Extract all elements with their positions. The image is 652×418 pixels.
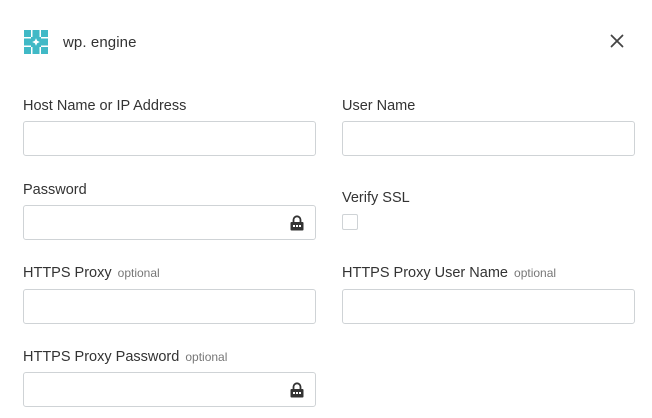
- https-proxy-label: HTTPS Proxy optional: [23, 264, 316, 282]
- password-input-box[interactable]: [23, 205, 316, 240]
- password-input[interactable]: [24, 206, 315, 239]
- https-proxy-password-label: HTTPS Proxy Password optional: [23, 348, 316, 366]
- https-proxy-user-input[interactable]: [343, 290, 634, 323]
- lock-icon[interactable]: [290, 382, 304, 398]
- https-proxy-user-input-box[interactable]: [342, 289, 635, 324]
- host-label: Host Name or IP Address: [23, 98, 187, 114]
- host-input[interactable]: [24, 122, 315, 155]
- optional-tag: optional: [514, 266, 557, 280]
- user-field: User Name: [342, 97, 635, 156]
- host-field: Host Name or IP Address: [23, 97, 316, 156]
- user-input-box[interactable]: [342, 121, 635, 156]
- verify-ssl-field: Verify SSL: [342, 189, 635, 230]
- wpengine-logo-icon: [24, 30, 48, 54]
- password-label: Password: [23, 182, 87, 198]
- https-proxy-user-label: HTTPS Proxy User Name optional: [342, 264, 635, 282]
- https-proxy-password-input[interactable]: [24, 373, 315, 406]
- connection-dialog: wp. engine Host Name or IP Address User …: [0, 0, 652, 418]
- https-proxy-user-label-text: HTTPS Proxy User Name: [342, 265, 508, 281]
- https-proxy-field: HTTPS Proxy optional: [23, 264, 316, 324]
- optional-tag: optional: [117, 266, 160, 280]
- https-proxy-input-box[interactable]: [23, 289, 316, 324]
- https-proxy-label-text: HTTPS Proxy: [23, 265, 112, 281]
- user-input[interactable]: [343, 122, 634, 155]
- https-proxy-password-field: HTTPS Proxy Password optional: [23, 348, 316, 407]
- user-label: User Name: [342, 98, 416, 114]
- host-input-box[interactable]: [23, 121, 316, 156]
- close-button[interactable]: [608, 32, 626, 50]
- password-field: Password: [23, 181, 316, 240]
- optional-tag: optional: [185, 350, 228, 364]
- https-proxy-password-input-box[interactable]: [23, 372, 316, 407]
- verify-ssl-checkbox[interactable]: [342, 214, 358, 230]
- close-icon: [610, 34, 624, 48]
- https-proxy-password-label-text: HTTPS Proxy Password: [23, 349, 180, 365]
- https-proxy-input[interactable]: [24, 290, 315, 323]
- https-proxy-user-field: HTTPS Proxy User Name optional: [342, 264, 635, 324]
- dialog-header: wp. engine: [24, 30, 137, 54]
- verify-ssl-label: Verify SSL: [342, 190, 410, 206]
- dialog-title: wp. engine: [63, 33, 137, 51]
- lock-icon[interactable]: [290, 215, 304, 231]
